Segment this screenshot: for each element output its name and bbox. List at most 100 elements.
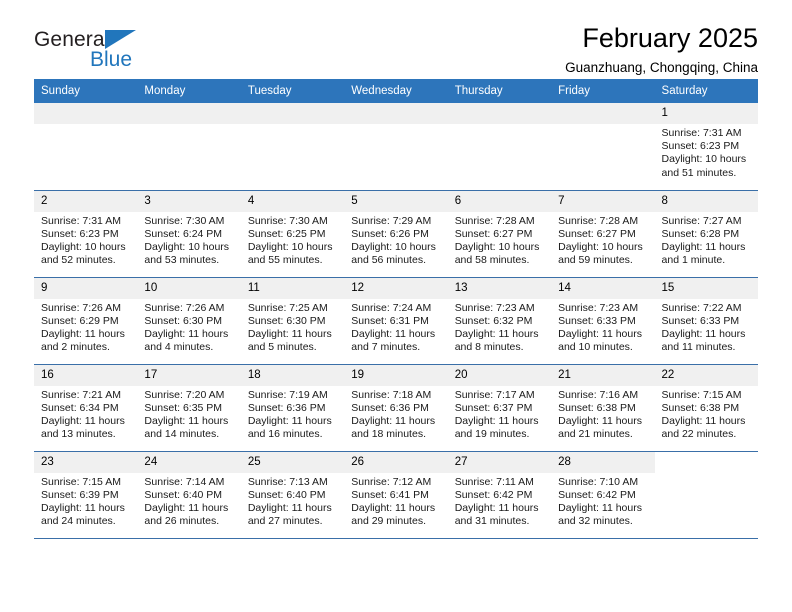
daylight-text-line1: Daylight: 11 hours: [351, 501, 436, 514]
sunrise-text: Sunrise: 7:15 AM: [41, 475, 121, 488]
calendar-week-row: 1 Sunrise: 7:31 AM Sunset: 6:23 PM Daylight…: [34, 103, 758, 190]
daylight-text-line2: and 58 minutes.: [454, 254, 530, 267]
day-sun-info: Sunrise: 7:13 AM Sunset: 6:40 PM Daylight:…: [241, 473, 344, 529]
daylight-text-line2: and 24 minutes.: [41, 515, 116, 528]
sunset-text: Sunset: 6:33 PM: [558, 314, 636, 327]
daylight-text-line2: and 2 minutes.: [41, 341, 110, 354]
daylight-text-line1: Daylight: 11 hours: [41, 501, 125, 514]
calendar-day-cell[interactable]: 28 Sunrise: 7:10 AM Sunset: 6:42 PM Dayligh…: [551, 451, 655, 538]
calendar-day-cell[interactable]: 10 Sunrise: 7:26 AM Sunset: 6:30 PM Dayligh…: [137, 277, 241, 364]
calendar-day-cell[interactable]: 15 Sunrise: 7:22 AM Sunset: 6:33 PM Dayligh…: [654, 277, 758, 364]
day-number: 12: [344, 277, 448, 299]
weekday-header-wednesday: Wednesday: [344, 79, 448, 103]
sunrise-text: Sunrise: 7:21 AM: [41, 388, 121, 401]
calendar-cell-empty: [137, 103, 241, 190]
weekday-header-tuesday: Tuesday: [240, 79, 345, 103]
calendar-day-cell[interactable]: 6 Sunrise: 7:28 AM Sunset: 6:27 PM Daylight…: [447, 190, 552, 277]
daylight-text-line1: Daylight: 10 hours: [454, 240, 540, 253]
calendar-day-cell[interactable]: 14 Sunrise: 7:23 AM Sunset: 6:33 PM Dayligh…: [551, 277, 655, 364]
calendar-day-cell[interactable]: 5 Sunrise: 7:29 AM Sunset: 6:26 PM Daylight…: [344, 190, 448, 277]
calendar-day-cell[interactable]: 23 Sunrise: 7:15 AM Sunset: 6:39 PM Dayligh…: [34, 451, 138, 538]
sunset-text: Sunset: 6:26 PM: [351, 227, 429, 240]
daylight-text-line2: and 53 minutes.: [144, 254, 220, 267]
day-sun-info: Sunrise: 7:21 AM Sunset: 6:34 PM Daylight:…: [34, 386, 137, 442]
day-number: 22: [654, 364, 758, 386]
day-sun-info: Sunrise: 7:22 AM Sunset: 6:33 PM Daylight:…: [655, 299, 758, 355]
calendar-cell-empty: [551, 103, 655, 190]
daylight-text-line2: and 31 minutes.: [454, 515, 530, 528]
day-sun-info: Sunrise: 7:28 AM Sunset: 6:27 PM Daylight:…: [551, 212, 654, 268]
sunrise-text: Sunrise: 7:22 AM: [661, 301, 742, 314]
day-number: 7: [551, 190, 655, 212]
sunrise-text: Sunrise: 7:12 AM: [351, 475, 432, 488]
calendar-day-cell[interactable]: 2 Sunrise: 7:31 AM Sunset: 6:23 PM Daylight…: [34, 190, 138, 277]
daylight-text-line1: Daylight: 11 hours: [558, 414, 642, 427]
calendar-day-cell[interactable]: 12 Sunrise: 7:24 AM Sunset: 6:31 PM Dayligh…: [344, 277, 448, 364]
calendar-day-cell[interactable]: 11 Sunrise: 7:25 AM Sunset: 6:30 PM Dayligh…: [240, 277, 345, 364]
calendar-cell-empty: [240, 103, 345, 190]
daylight-text-line2: and 26 minutes.: [144, 515, 220, 528]
calendar-grid: Sunday Monday Tuesday Wednesday Thursday…: [34, 79, 758, 539]
calendar-day-cell[interactable]: 19 Sunrise: 7:18 AM Sunset: 6:36 PM Dayligh…: [344, 364, 448, 451]
day-sun-info: Sunrise: 7:11 AM Sunset: 6:42 PM Daylight:…: [448, 473, 551, 529]
logo-text-blue: Blue: [90, 48, 133, 71]
sunrise-text: Sunrise: 7:18 AM: [351, 388, 432, 401]
day-sun-info: Sunrise: 7:12 AM Sunset: 6:41 PM Daylight:…: [344, 473, 447, 529]
day-number: 25: [240, 451, 345, 473]
calendar-day-cell[interactable]: 9 Sunrise: 7:26 AM Sunset: 6:29 PM Daylight…: [34, 277, 138, 364]
sunset-text: Sunset: 6:40 PM: [247, 488, 326, 501]
day-sun-info: Sunrise: 7:25 AM Sunset: 6:30 PM Daylight:…: [241, 299, 344, 355]
daylight-text-line1: Daylight: 11 hours: [247, 501, 332, 514]
daylight-text-line1: Daylight: 10 hours: [351, 240, 436, 253]
sunset-text: Sunset: 6:29 PM: [41, 314, 119, 327]
day-number: 24: [137, 451, 241, 473]
sunrise-text: Sunrise: 7:20 AM: [144, 388, 225, 401]
calendar-day-cell[interactable]: 27 Sunrise: 7:11 AM Sunset: 6:42 PM Dayligh…: [447, 451, 552, 538]
calendar-day-cell[interactable]: 16 Sunrise: 7:21 AM Sunset: 6:34 PM Dayligh…: [34, 364, 138, 451]
calendar-day-cell[interactable]: 1 Sunrise: 7:31 AM Sunset: 6:23 PM Daylight…: [654, 103, 758, 190]
day-sun-info: Sunrise: 7:20 AM Sunset: 6:35 PM Daylight:…: [137, 386, 240, 442]
day-number: 14: [551, 277, 655, 299]
calendar-day-cell[interactable]: 26 Sunrise: 7:12 AM Sunset: 6:41 PM Dayligh…: [344, 451, 448, 538]
calendar-day-cell[interactable]: 20 Sunrise: 7:17 AM Sunset: 6:37 PM Dayligh…: [447, 364, 552, 451]
calendar-day-cell[interactable]: 8 Sunrise: 7:27 AM Sunset: 6:28 PM Daylight…: [654, 190, 758, 277]
weekday-header-monday: Monday: [137, 79, 241, 103]
calendar-day-cell[interactable]: 4 Sunrise: 7:30 AM Sunset: 6:25 PM Daylight…: [240, 190, 345, 277]
daylight-text-line2: and 59 minutes.: [558, 254, 633, 267]
sunrise-text: Sunrise: 7:14 AM: [144, 475, 225, 488]
day-sun-info: Sunrise: 7:23 AM Sunset: 6:33 PM Daylight:…: [551, 299, 654, 355]
calendar-day-cell[interactable]: 13 Sunrise: 7:23 AM Sunset: 6:32 PM Dayligh…: [447, 277, 552, 364]
daylight-text-line1: Daylight: 11 hours: [661, 240, 746, 253]
day-sun-info: Sunrise: 7:27 AM Sunset: 6:28 PM Daylight:…: [655, 212, 758, 268]
sunset-text: Sunset: 6:30 PM: [144, 314, 223, 327]
general-blue-logo[interactable]: General Blue: [34, 28, 194, 76]
calendar-day-cell[interactable]: 17 Sunrise: 7:20 AM Sunset: 6:35 PM Dayligh…: [137, 364, 241, 451]
day-number: 21: [551, 364, 655, 386]
day-number: [137, 103, 241, 124]
calendar-day-cell[interactable]: 18 Sunrise: 7:19 AM Sunset: 6:36 PM Dayligh…: [240, 364, 345, 451]
daylight-text-line2: and 4 minutes.: [144, 341, 214, 354]
daylight-text-line2: and 14 minutes.: [144, 428, 220, 441]
day-number: 11: [240, 277, 345, 299]
calendar-day-cell[interactable]: 3 Sunrise: 7:30 AM Sunset: 6:24 PM Daylight…: [137, 190, 241, 277]
daylight-text-line1: Daylight: 10 hours: [661, 153, 747, 166]
calendar-day-cell[interactable]: 24 Sunrise: 7:14 AM Sunset: 6:40 PM Dayligh…: [137, 451, 241, 538]
sunrise-text: Sunrise: 7:13 AM: [247, 475, 328, 488]
sunset-text: Sunset: 6:33 PM: [661, 314, 740, 327]
daylight-text-line2: and 21 minutes.: [558, 428, 633, 441]
daylight-text-line1: Daylight: 11 hours: [144, 501, 229, 514]
daylight-text-line2: and 55 minutes.: [247, 254, 323, 267]
sunset-text: Sunset: 6:27 PM: [558, 227, 636, 240]
daylight-text-line2: and 22 minutes.: [661, 428, 737, 441]
calendar-week-row: 23 Sunrise: 7:15 AM Sunset: 6:39 PM Dayligh…: [34, 451, 758, 538]
day-number: 1: [654, 103, 758, 124]
calendar-day-cell[interactable]: 7 Sunrise: 7:28 AM Sunset: 6:27 PM Daylight…: [551, 190, 655, 277]
daylight-text-line2: and 13 minutes.: [41, 428, 116, 441]
calendar-day-cell[interactable]: 21 Sunrise: 7:16 AM Sunset: 6:38 PM Dayligh…: [551, 364, 655, 451]
calendar-day-cell[interactable]: 22 Sunrise: 7:15 AM Sunset: 6:38 PM Dayligh…: [654, 364, 758, 451]
page-header: General Blue February 2025 Guanzhuang, C…: [34, 0, 758, 75]
sunrise-text: Sunrise: 7:31 AM: [41, 214, 121, 227]
sunset-text: Sunset: 6:25 PM: [247, 227, 326, 240]
day-number: [34, 103, 138, 124]
calendar-day-cell[interactable]: 25 Sunrise: 7:13 AM Sunset: 6:40 PM Dayligh…: [240, 451, 345, 538]
